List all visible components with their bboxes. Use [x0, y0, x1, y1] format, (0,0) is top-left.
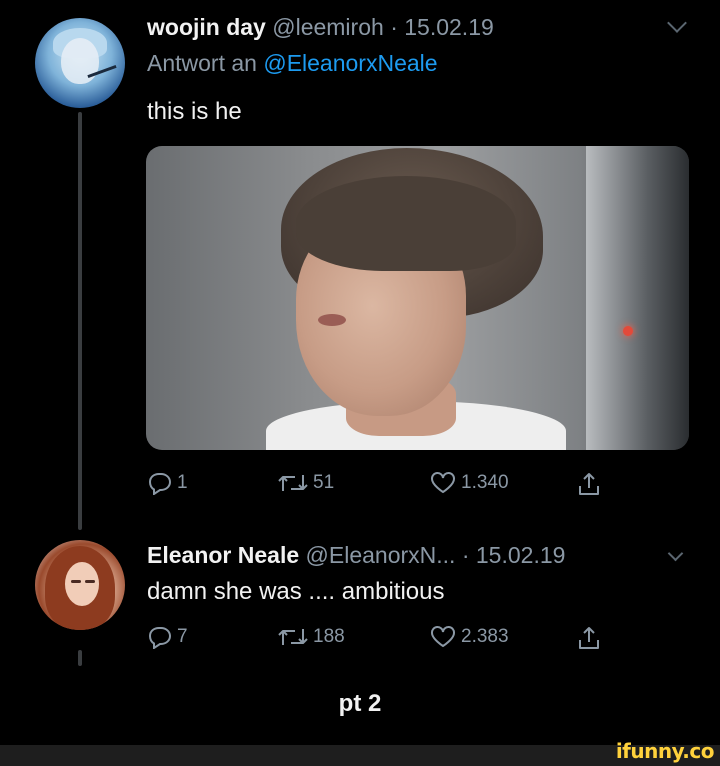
reply-button[interactable]: 7 [147, 625, 188, 649]
watermark-bar: ifunny.co [0, 739, 720, 766]
like-button[interactable]: 2.383 [429, 625, 509, 649]
meme-caption: pt 2 [338, 690, 382, 717]
reply-button[interactable]: 1 [147, 471, 188, 495]
retweet-icon [278, 629, 308, 645]
photo-bangs [296, 176, 516, 271]
separator-dot: · [461, 542, 470, 568]
reply-count: 1 [177, 472, 188, 493]
tweet-header: woojin day @leemiroh · 15.02.19 [147, 14, 494, 41]
separator-dot: · [390, 14, 398, 40]
avatar-eye [85, 580, 95, 583]
tweet-photo[interactable] [146, 146, 689, 450]
retweet-count: 188 [313, 626, 345, 647]
thread-connector [78, 112, 82, 530]
reply-prefix: Antwort an [147, 50, 257, 76]
share-button[interactable] [577, 625, 601, 651]
chevron-down-icon[interactable] [667, 13, 687, 33]
reply-mention[interactable]: @EleanorxNeale [263, 50, 437, 76]
retweet-button[interactable]: 188 [277, 625, 345, 649]
retweet-icon [278, 475, 308, 491]
like-button[interactable]: 1.340 [429, 471, 509, 495]
photo-background [586, 146, 689, 450]
like-count: 1.340 [461, 472, 509, 493]
tweet-actions: 1 51 1.340 [147, 471, 617, 501]
tweet-header: Eleanor Neale @EleanorxN... · 15.02.19 [147, 542, 565, 569]
retweet-count: 51 [313, 472, 335, 493]
photo-light [623, 326, 633, 336]
share-icon [579, 473, 599, 495]
tweet-date[interactable]: 15.02.19 [476, 542, 566, 568]
like-count: 2.383 [461, 626, 509, 647]
tweet-actions: 7 188 2.383 [147, 625, 617, 655]
retweet-button[interactable]: 51 [277, 471, 334, 495]
avatar-eye [71, 580, 81, 583]
user-handle[interactable]: @EleanorxN... [306, 542, 456, 568]
tweet-text: this is he [147, 98, 242, 125]
like-icon [431, 626, 455, 648]
photo-mouth [318, 314, 346, 326]
reply-icon [148, 473, 172, 495]
avatar-face [65, 562, 99, 606]
reply-icon [148, 627, 172, 649]
tweet-text: damn she was .... ambitious [147, 578, 445, 605]
thread-connector [78, 650, 82, 666]
tweet-date[interactable]: 15.02.19 [404, 14, 494, 40]
chevron-down-icon[interactable] [667, 545, 684, 562]
display-name[interactable]: Eleanor Neale [147, 542, 299, 568]
reply-context: Antwort an @EleanorxNeale [147, 50, 438, 77]
avatar[interactable] [35, 18, 125, 108]
ifunny-logo: ifunny.co [615, 739, 715, 763]
display-name[interactable]: woojin day [147, 14, 266, 40]
avatar[interactable] [35, 540, 125, 630]
share-button[interactable] [577, 471, 601, 497]
user-handle[interactable]: @leemiroh [272, 14, 384, 40]
share-icon [579, 627, 599, 649]
avatar-face [61, 38, 99, 84]
like-icon [431, 472, 455, 494]
reply-count: 7 [177, 626, 188, 647]
